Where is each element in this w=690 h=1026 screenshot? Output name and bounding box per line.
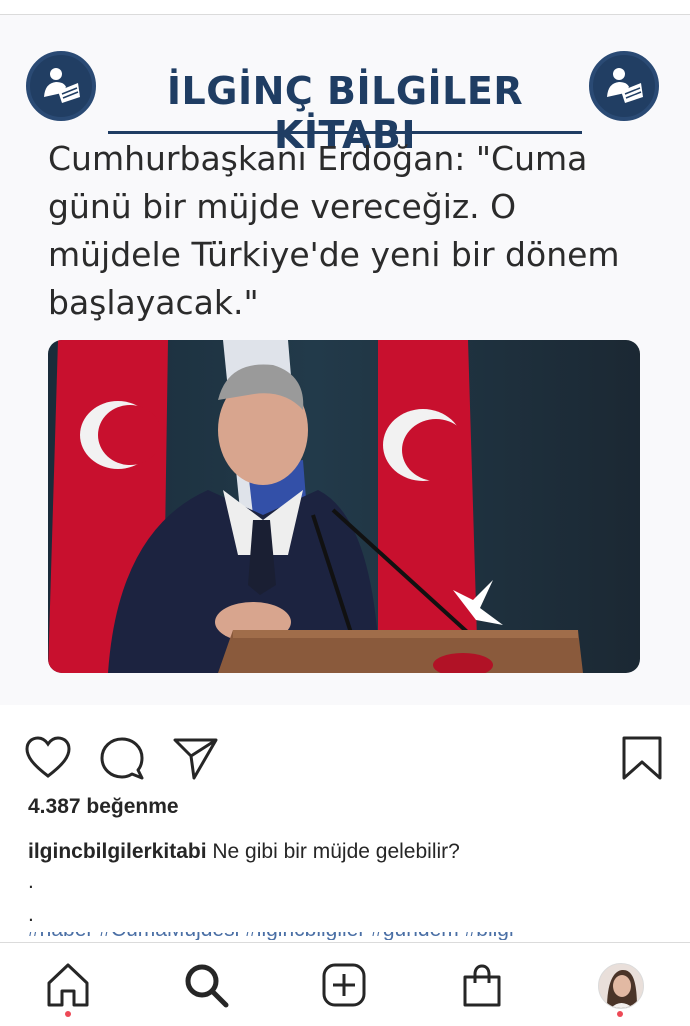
shop-icon[interactable] <box>458 961 506 1009</box>
home-notification-dot <box>65 1011 71 1017</box>
caption-username[interactable]: ilgincbilgilerkitabi <box>28 840 207 863</box>
headline-line: Cumhurbaşkanı Erdoğan: "Cuma <box>48 139 588 178</box>
caption-hashtags-clipped: #haber #CumaMüjdesi #ilgincbilgiler #gun… <box>28 932 648 940</box>
book-reader-logo-icon <box>26 51 96 121</box>
caption-dot: . <box>28 903 34 926</box>
headline-line: günü bir müjde vereceğiz. O <box>48 187 517 226</box>
new-post-icon[interactable] <box>320 961 368 1009</box>
profile-avatar[interactable] <box>598 963 644 1009</box>
caption: ilgincbilgilerkitabi Ne gibi bir müjde g… <box>28 840 460 864</box>
brand-underline <box>108 131 582 134</box>
bookmark-icon[interactable] <box>618 734 666 782</box>
headline-line: müjdele Türkiye'de yeni bir dönem <box>48 235 620 274</box>
action-bar <box>0 710 690 790</box>
bottom-nav <box>0 942 690 1026</box>
comment-icon[interactable] <box>98 734 146 782</box>
caption-dot: . <box>28 870 34 893</box>
brand-header: İLGİNÇ BİLGİLER KİTABI <box>0 33 690 157</box>
news-photo <box>48 340 640 673</box>
like-count[interactable]: 4.387 beğenme <box>28 795 179 819</box>
headline: Cumhurbaşkanı Erdoğan: "Cuma günü bir mü… <box>48 135 658 327</box>
search-icon[interactable] <box>182 961 230 1009</box>
caption-text: Ne gibi bir müjde gelebilir? <box>206 840 460 863</box>
book-reader-logo-icon <box>589 51 659 121</box>
send-icon[interactable] <box>172 734 220 782</box>
profile-notification-dot <box>617 1011 623 1017</box>
headline-line: başlayacak." <box>48 283 259 322</box>
home-icon[interactable] <box>44 961 92 1009</box>
heart-icon[interactable] <box>24 734 72 782</box>
post-image[interactable]: İLGİNÇ BİLGİLER KİTABI Cumhurbaşkanı Erd… <box>0 15 690 705</box>
